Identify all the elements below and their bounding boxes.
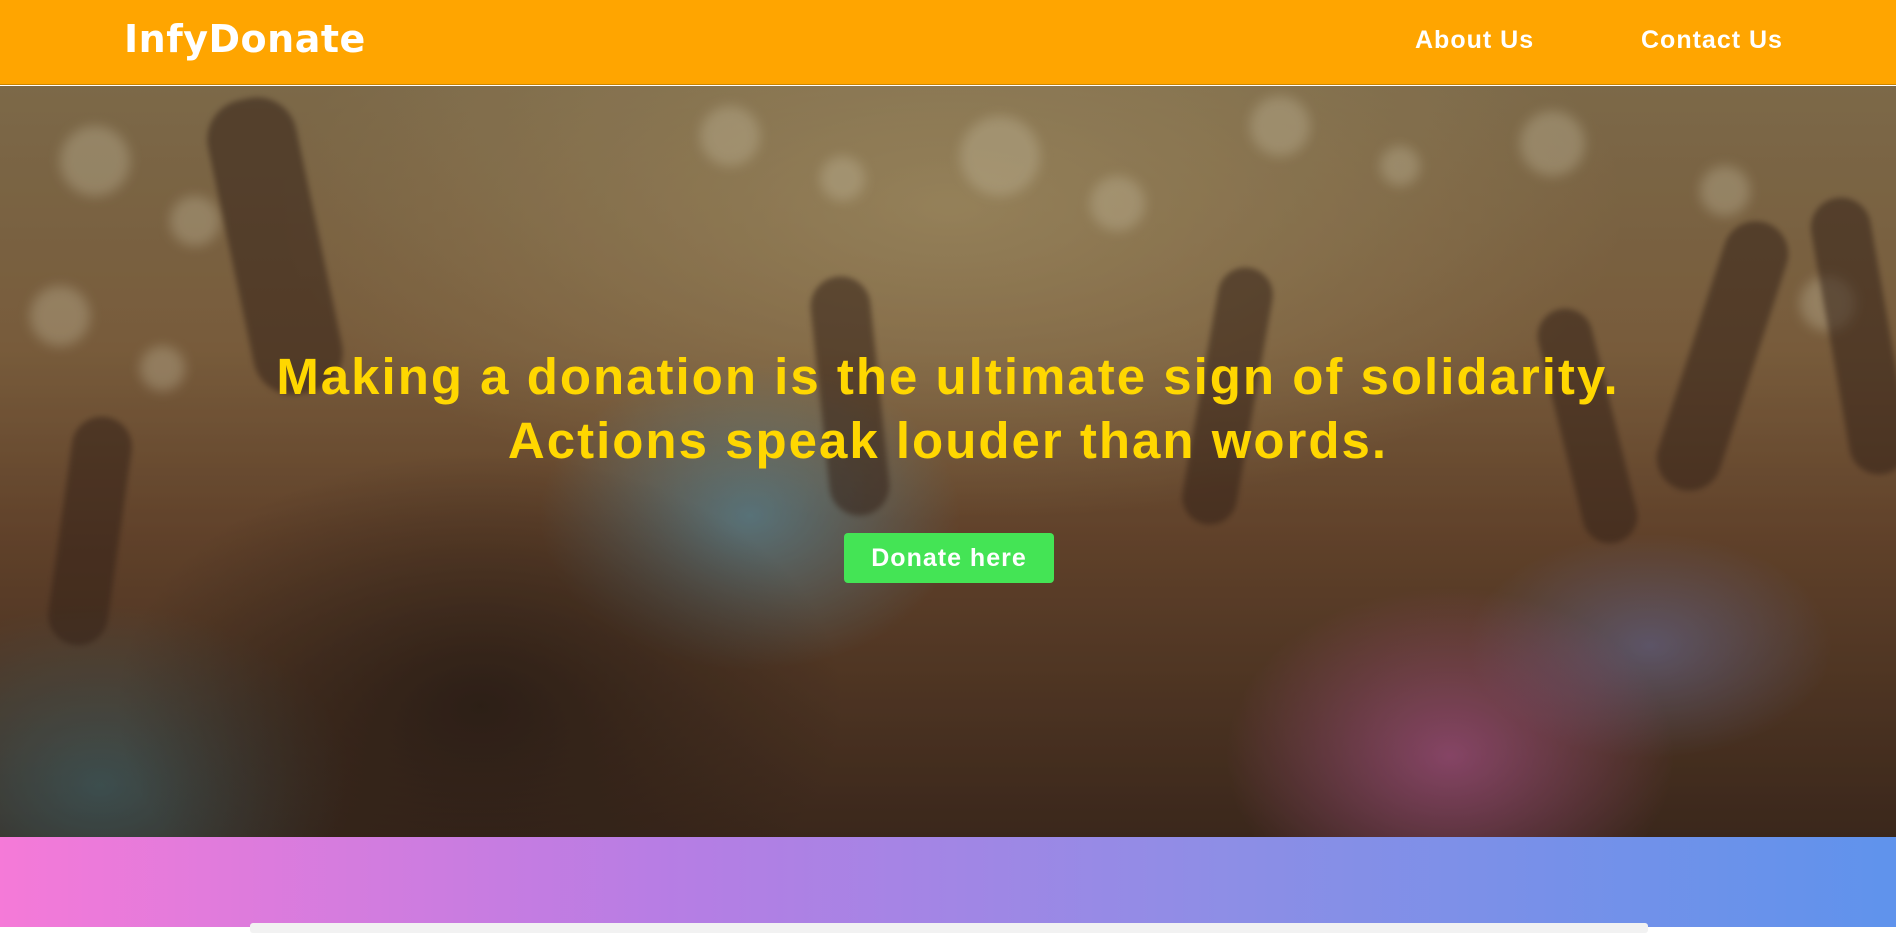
- hero-headline-line-2: Actions speak louder than words.: [507, 412, 1389, 469]
- top-navbar: InfyDonate About Us Contact Us: [0, 0, 1896, 85]
- nav-link-about-us[interactable]: About Us: [1415, 26, 1534, 55]
- brand-logo[interactable]: InfyDonate: [124, 17, 366, 61]
- hero-banner: Making a donation is the ultimate sign o…: [0, 86, 1896, 837]
- hero-headline-line-1: Making a donation is the ultimate sign o…: [276, 348, 1620, 405]
- section-card-top-edge: [250, 923, 1648, 933]
- donate-here-button[interactable]: Donate here: [844, 533, 1054, 583]
- gradient-section: [0, 837, 1896, 933]
- nav-link-contact-us[interactable]: Contact Us: [1641, 26, 1783, 55]
- hero-headline: Making a donation is the ultimate sign o…: [0, 345, 1896, 473]
